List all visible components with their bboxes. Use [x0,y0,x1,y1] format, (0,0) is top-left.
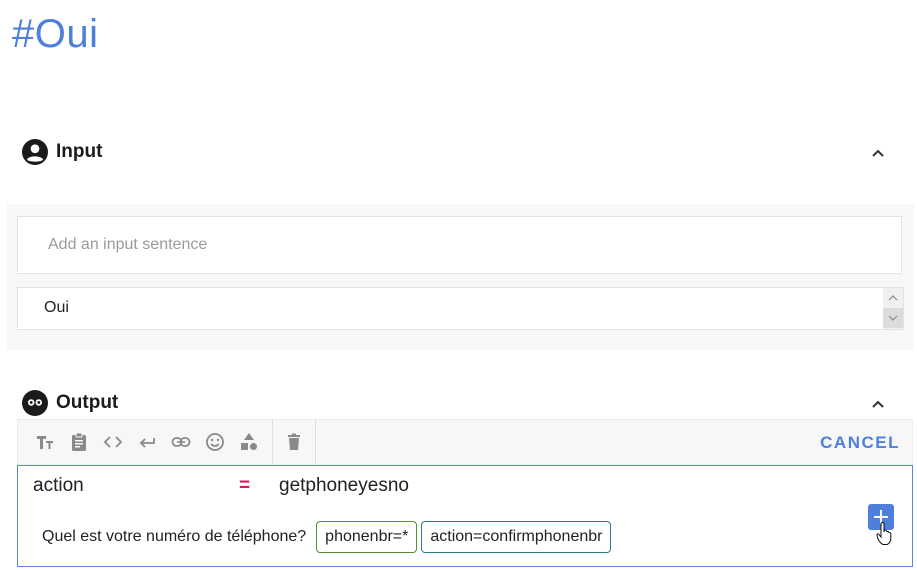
output-editor[interactable]: action = getphoneyesno Quel est votre nu… [17,465,913,567]
chevron-up-icon[interactable] [871,146,885,160]
quick-reply-chip[interactable]: phonenbr=* [316,521,418,553]
code-icon[interactable] [96,420,130,464]
input-sentence-field-wrapper [17,216,902,274]
emoji-icon[interactable] [198,420,232,464]
chevron-up-icon[interactable] [871,397,885,411]
slot-name[interactable]: action [33,475,84,497]
toolbar-divider [315,420,316,464]
example-sentence-text: Oui [44,299,69,316]
bot-face-icon [22,390,48,416]
shapes-icon[interactable] [232,420,266,464]
cancel-button[interactable]: CANCEL [820,433,900,453]
input-sentence-field[interactable] [18,217,901,273]
example-scrollbar[interactable] [883,288,903,329]
bot-reply-text[interactable]: Quel est votre numéro de téléphone? [42,528,306,546]
text-format-icon[interactable] [28,420,62,464]
scroll-up-icon[interactable] [883,288,903,308]
scroll-down-icon[interactable] [883,308,903,328]
input-section-header[interactable]: Input [22,139,102,165]
link-icon[interactable] [164,420,198,464]
toolbar-divider [272,420,273,464]
input-section-label: Input [56,141,103,162]
output-section-label: Output [56,392,119,413]
slot-value[interactable]: getphoneyesno [279,475,409,497]
hand-cursor-icon [876,521,892,551]
trash-icon[interactable] [277,420,311,464]
slot-operator: = [239,475,251,496]
quick-reply-chip[interactable]: action=confirmphonenbr [421,521,612,553]
output-section-header[interactable]: Output [22,390,118,416]
page-title: #Oui [12,12,99,56]
account-circle-icon [22,139,48,165]
example-sentence[interactable]: Oui [17,287,904,330]
clipboard-icon[interactable] [62,420,96,464]
input-panel: Oui [7,204,914,350]
bot-reply-row: Quel est votre numéro de téléphone? phon… [42,521,615,553]
return-arrow-icon[interactable] [130,420,164,464]
output-toolbar: CANCEL [17,419,913,465]
